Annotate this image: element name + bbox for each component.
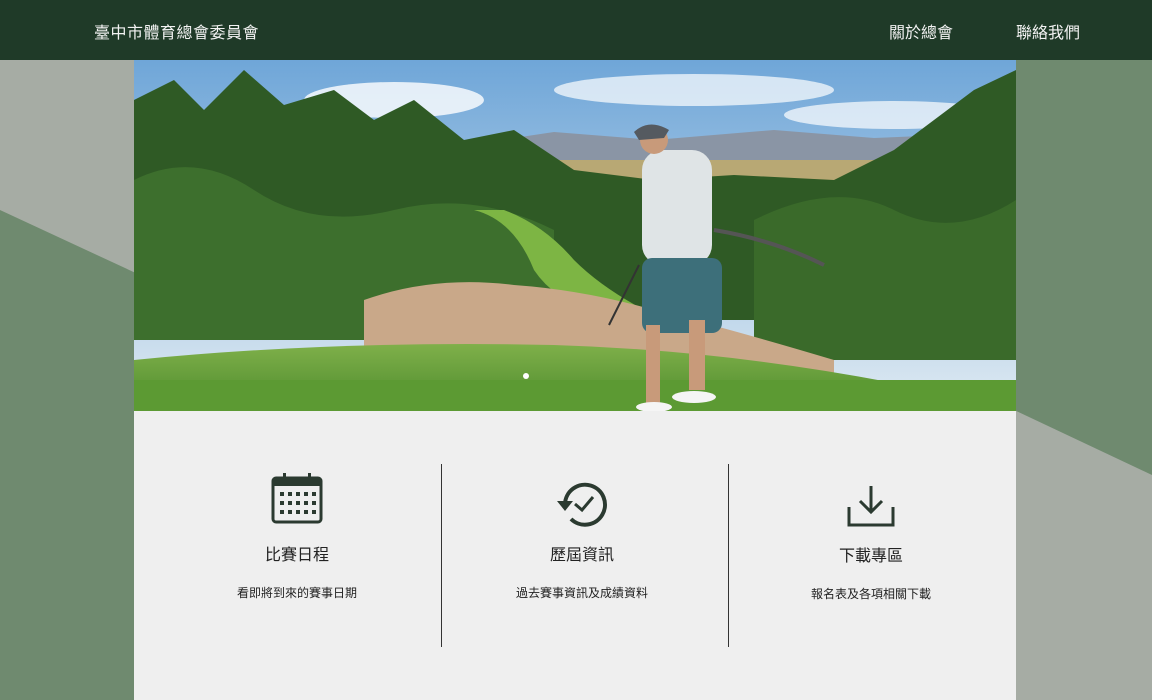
- nav-contact-link[interactable]: 聯絡我們: [1016, 19, 1080, 43]
- site-brand[interactable]: 臺中市體育總會委員會: [94, 19, 259, 43]
- feature-section: 比賽日程 看即將到來的賽事日期 歷屆資訊 過去賽事資訊及成績資料 下載專區 報名…: [134, 411, 1016, 700]
- hero-image: [134, 60, 1016, 411]
- calendar-icon: [154, 471, 440, 529]
- download-icon: [728, 483, 1014, 533]
- main-content: 比賽日程 看即將到來的賽事日期 歷屆資訊 過去賽事資訊及成績資料 下載專區 報名…: [134, 60, 1016, 700]
- feature-title: 比賽日程: [264, 545, 329, 564]
- feature-description: 報名表及各項相關下載: [810, 587, 931, 601]
- top-navbar: 臺中市體育總會委員會 關於總會 聯絡我們: [0, 0, 1152, 60]
- feature-title: 下載專區: [838, 546, 903, 565]
- history-icon: [439, 479, 725, 533]
- nav-about-link[interactable]: 關於總會: [889, 19, 953, 43]
- feature-description: 看即將到來的賽事日期: [236, 586, 357, 600]
- feature-description: 過去賽事資訊及成績資料: [515, 586, 648, 600]
- feature-title: 歷屆資訊: [549, 545, 614, 564]
